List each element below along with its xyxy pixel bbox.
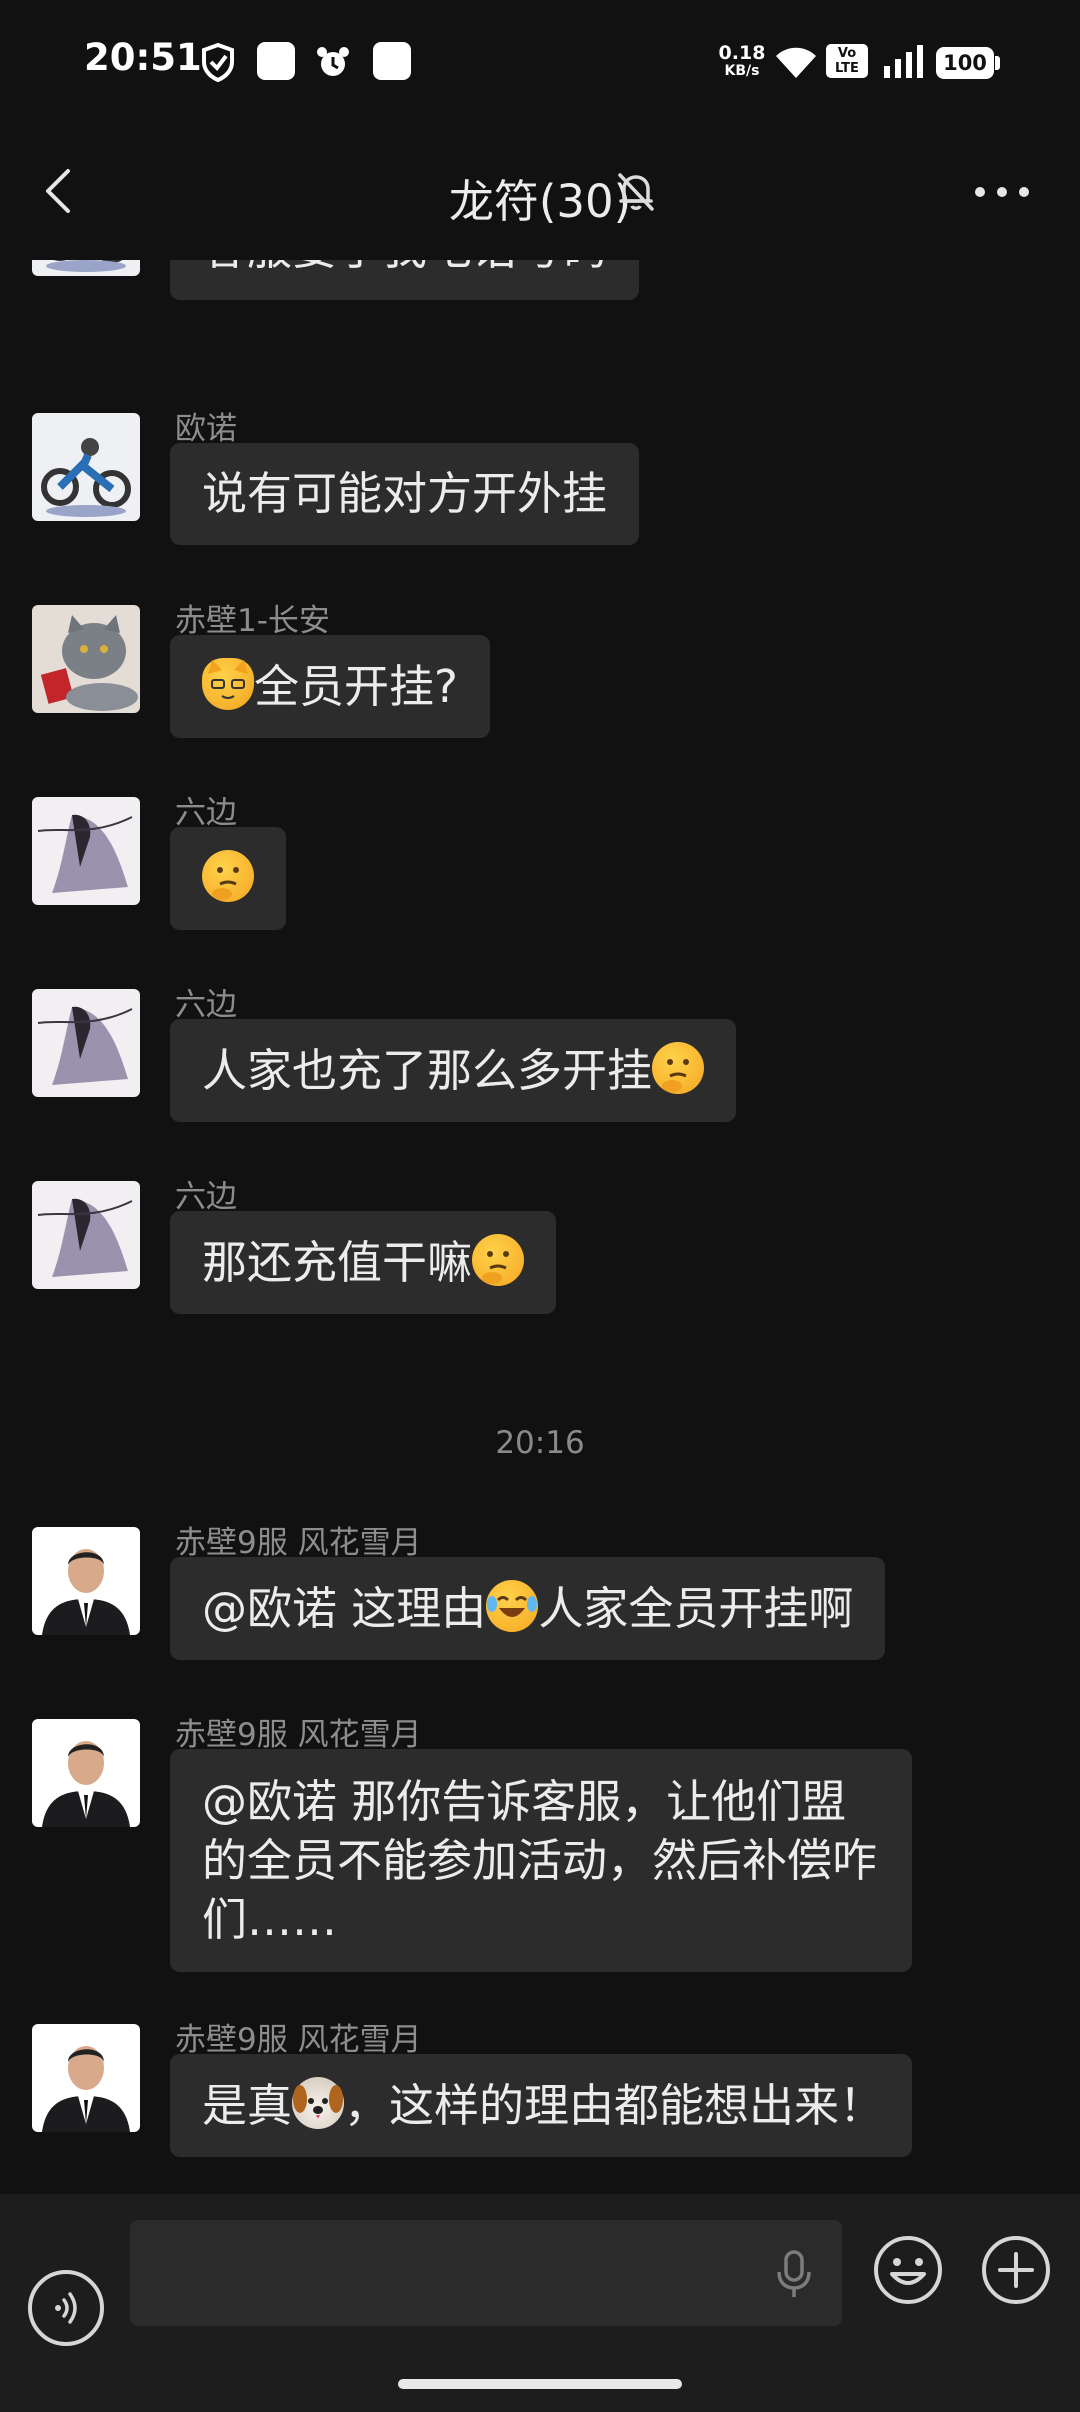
message-bubble[interactable]: 人家也充了那么多开挂 bbox=[170, 1019, 737, 1122]
sender-name: 六边 bbox=[175, 987, 237, 1023]
thinking-emoji bbox=[472, 1234, 525, 1286]
message-input[interactable] bbox=[130, 2220, 842, 2326]
plus-button[interactable] bbox=[980, 2234, 1052, 2306]
laughing-tears-emoji bbox=[486, 1580, 539, 1632]
message-bubble[interactable]: 那还充值干嘛 bbox=[170, 1211, 557, 1314]
sender-name: 赤壁9服 风花雪月 bbox=[175, 2022, 422, 2058]
microphone-icon[interactable] bbox=[770, 2248, 818, 2300]
man-suit-avatar[interactable] bbox=[32, 2024, 140, 2132]
message-bubble[interactable]: 全员开挂? bbox=[170, 635, 490, 738]
chat-title-wrap: 龙符(30) bbox=[0, 165, 1080, 230]
chat-header: 龙符(30) bbox=[0, 125, 1080, 260]
sender-name: 欧诺 bbox=[175, 411, 237, 447]
sender-name: 赤壁9服 风花雪月 bbox=[175, 1717, 422, 1753]
message-bubble[interactable]: @欧诺 那你告诉客服，让他们盟的全员不能参加活动，然后补偿咋们…… bbox=[170, 1749, 912, 1972]
motorcycle-avatar[interactable] bbox=[32, 260, 140, 276]
battery-cap bbox=[995, 56, 1000, 70]
message-text: 人家全员开挂啊 bbox=[538, 1582, 854, 1635]
message-bubble[interactable]: @欧诺 这理由 人家全员开挂啊 bbox=[170, 1557, 886, 1660]
time-divider: 20:16 bbox=[495, 1425, 585, 1461]
status-time: 20:51 bbox=[84, 36, 202, 79]
man-suit-avatar[interactable] bbox=[32, 1527, 140, 1635]
anime-avatar[interactable] bbox=[32, 797, 140, 905]
message-text: @欧诺 那你告诉客服，让他们盟的全员不能参加活动，然后补偿咋们…… bbox=[202, 1775, 878, 1946]
message-text: 全员开挂? bbox=[254, 660, 458, 713]
cat-emoji bbox=[202, 658, 254, 710]
anime-avatar[interactable] bbox=[32, 1181, 140, 1289]
sender-name: 赤壁1-长安 bbox=[175, 603, 330, 639]
more-options-button[interactable] bbox=[972, 177, 1032, 207]
sender-name: 赤壁9服 风花雪月 bbox=[175, 1525, 422, 1561]
voice-input-button[interactable] bbox=[28, 2270, 104, 2346]
message-bubble[interactable]: 说有可能对方开外挂 bbox=[170, 443, 640, 545]
message-text: @欧诺 这理由 bbox=[202, 1582, 487, 1635]
man-suit-avatar[interactable] bbox=[32, 1719, 140, 1827]
motorcycle-avatar[interactable] bbox=[32, 413, 140, 521]
chat-title[interactable]: 龙符(30) bbox=[449, 175, 631, 228]
message-text: 客服要了我电话号码 bbox=[202, 260, 607, 275]
home-indicator[interactable] bbox=[398, 2379, 682, 2389]
message-text: 人家也充了那么多开挂 bbox=[202, 1044, 653, 1097]
message-text: 说有可能对方开外挂 bbox=[202, 467, 608, 520]
message-bubble[interactable]: 客服要了我电话号码 bbox=[170, 260, 640, 300]
signal-icon bbox=[884, 45, 923, 78]
status-bar: 20:51 0.18 KB/s Vo LTE 100 bbox=[0, 0, 1080, 125]
shield-icon bbox=[202, 42, 234, 82]
app-square-icon bbox=[373, 42, 411, 80]
message-bubble[interactable]: 是真 ，这样的理由都能想出来！ bbox=[170, 2054, 912, 2157]
sender-name: 六边 bbox=[175, 1179, 237, 1215]
message-bubble[interactable] bbox=[170, 827, 286, 930]
emoji-button[interactable] bbox=[872, 2234, 944, 2306]
wifi-icon bbox=[776, 47, 816, 78]
battery-icon: 100 bbox=[936, 47, 994, 79]
thinking-emoji bbox=[652, 1042, 705, 1094]
message-text: 那还充值干嘛 bbox=[202, 1236, 473, 1289]
volte-badge: Vo LTE bbox=[826, 44, 868, 78]
bell-off-icon bbox=[618, 173, 654, 211]
sender-name: 六边 bbox=[175, 795, 237, 831]
message-text: ，这样的理由都能想出来！ bbox=[344, 2079, 885, 2132]
voice-wave-icon bbox=[55, 2292, 77, 2324]
dog-emoji bbox=[292, 2077, 345, 2129]
thinking-emoji bbox=[202, 850, 254, 902]
anime-avatar[interactable] bbox=[32, 989, 140, 1097]
message-text: 是真 bbox=[202, 2079, 293, 2132]
app-square-icon bbox=[257, 42, 295, 80]
network-speed: 0.18 KB/s bbox=[718, 42, 766, 80]
message-list[interactable]: 欧诺 客服要了我电话号码 欧诺 说有可能对方开外挂 bbox=[0, 260, 1080, 2194]
cat-avatar[interactable] bbox=[32, 605, 140, 713]
alarm-icon bbox=[317, 47, 349, 76]
